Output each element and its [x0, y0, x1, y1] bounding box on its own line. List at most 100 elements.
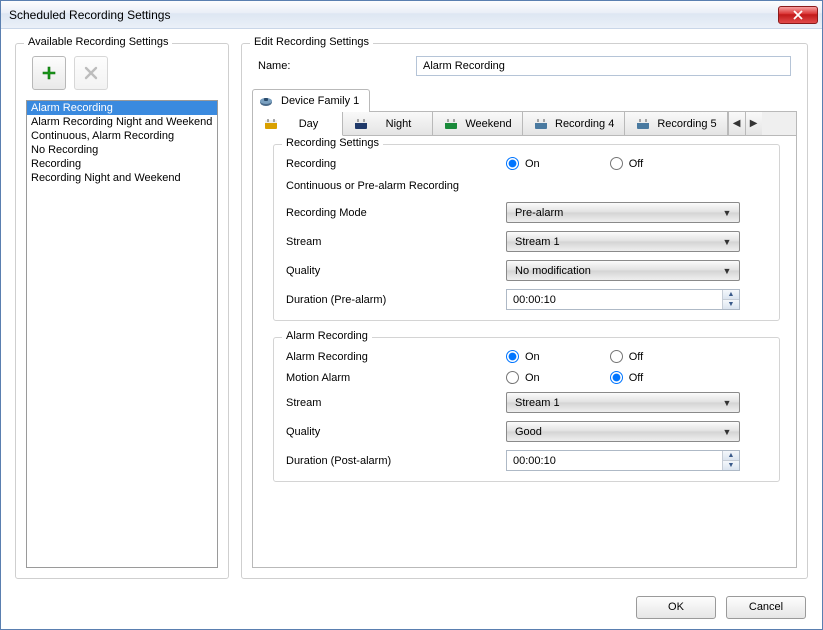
tab-schedule[interactable]: Day	[253, 112, 343, 136]
rec-quality-label: Quality	[286, 265, 496, 277]
ok-button[interactable]: OK	[636, 596, 716, 619]
chevron-down-icon: ▼	[719, 395, 735, 411]
tab-scroll-left-button[interactable]: ◀	[728, 112, 745, 135]
recording-mode-row: Recording Mode Pre-alarm ▼	[286, 202, 767, 223]
prealarm-duration-label: Duration (Pre-alarm)	[286, 294, 496, 306]
edit-settings-panel: Edit Recording Settings Name: Device Fam…	[241, 43, 808, 579]
schedule-tabs-container: DayNightWeekendRecording 4Recording 5◀▶ …	[252, 112, 797, 568]
motion-alarm-off-radio[interactable]: Off	[610, 371, 643, 384]
camera-icon	[259, 93, 275, 109]
list-item[interactable]: No Recording	[27, 143, 217, 157]
rec-stream-select[interactable]: Stream 1 ▼	[506, 231, 740, 252]
motion-alarm-row: Motion Alarm On Off	[286, 371, 767, 384]
alarm-recording-on-radio[interactable]: On	[506, 350, 540, 363]
tab-schedule[interactable]: Night	[343, 112, 433, 135]
postalarm-duration-value: 00:00:10	[507, 451, 722, 470]
postalarm-duration-label: Duration (Post-alarm)	[286, 455, 496, 467]
add-setting-button[interactable]	[32, 56, 66, 90]
tab-schedule[interactable]: Recording 4	[523, 112, 625, 135]
alarm-quality-value: Good	[515, 426, 542, 438]
list-item[interactable]: Recording Night and Weekend	[27, 171, 217, 185]
recording-mode-select[interactable]: Pre-alarm ▼	[506, 202, 740, 223]
edit-settings-title: Edit Recording Settings	[250, 36, 373, 48]
alarm-quality-label: Quality	[286, 426, 496, 438]
alarm-recording-off-radio[interactable]: Off	[610, 350, 643, 363]
alarm-stream-value: Stream 1	[515, 397, 560, 409]
alarm-stream-row: Stream Stream 1 ▼	[286, 392, 767, 413]
spinner-down-button[interactable]: ▼	[723, 461, 739, 470]
alarm-recording-title: Alarm Recording	[282, 330, 372, 342]
tab-schedule-label: Recording 5	[657, 118, 716, 130]
rec-quality-row: Quality No modification ▼	[286, 260, 767, 281]
alarm-recording-group: Alarm Recording Alarm Recording On Off M…	[273, 337, 780, 482]
list-item[interactable]: Alarm Recording Night and Weekend	[27, 115, 217, 129]
rec-quality-select[interactable]: No modification ▼	[506, 260, 740, 281]
chevron-down-icon: ▼	[719, 205, 735, 221]
motion-alarm-on-radio[interactable]: On	[506, 371, 540, 384]
schedule-icon	[635, 116, 651, 132]
continuous-prealarm-heading: Continuous or Pre-alarm Recording	[286, 180, 767, 192]
rec-stream-row: Stream Stream 1 ▼	[286, 231, 767, 252]
alarm-quality-select[interactable]: Good ▼	[506, 421, 740, 442]
motion-alarm-radios: On Off	[506, 371, 756, 384]
spinner-down-button[interactable]: ▼	[723, 300, 739, 309]
schedule-icon	[263, 116, 279, 132]
name-label: Name:	[258, 60, 408, 72]
prealarm-duration-value: 00:00:10	[507, 290, 722, 309]
spinner-up-button[interactable]: ▲	[723, 290, 739, 300]
tab-scroll-right-button[interactable]: ▶	[745, 112, 762, 135]
spinner-up-button[interactable]: ▲	[723, 451, 739, 461]
alarm-stream-label: Stream	[286, 397, 496, 409]
tab-schedule-label: Weekend	[465, 118, 512, 130]
chevron-down-icon: ▼	[719, 263, 735, 279]
postalarm-duration-row: Duration (Post-alarm) 00:00:10 ▲ ▼	[286, 450, 767, 471]
recording-label: Recording	[286, 158, 496, 170]
tab-schedule-label: Recording 4	[555, 118, 614, 130]
close-icon	[793, 10, 803, 20]
delete-setting-button	[74, 56, 108, 90]
rec-quality-value: No modification	[515, 265, 591, 277]
tab-schedule-label: Day	[285, 118, 332, 130]
schedule-icon	[443, 116, 459, 132]
name-input[interactable]	[416, 56, 791, 76]
window-title: Scheduled Recording Settings	[9, 8, 778, 22]
chevron-down-icon: ▼	[719, 424, 735, 440]
tab-schedule[interactable]: Weekend	[433, 112, 523, 135]
cancel-button[interactable]: Cancel	[726, 596, 806, 619]
tab-schedule-label: Night	[375, 118, 422, 130]
alarm-quality-row: Quality Good ▼	[286, 421, 767, 442]
settings-toolbar	[26, 56, 218, 90]
prealarm-duration-spinner[interactable]: 00:00:10 ▲ ▼	[506, 289, 740, 310]
name-row: Name:	[252, 56, 797, 76]
available-settings-panel: Available Recording Settings Alarm Recor…	[15, 43, 229, 579]
list-item[interactable]: Recording	[27, 157, 217, 171]
alarm-stream-select[interactable]: Stream 1 ▼	[506, 392, 740, 413]
recording-off-radio[interactable]: Off	[610, 157, 643, 170]
list-item[interactable]: Continuous, Alarm Recording	[27, 129, 217, 143]
recording-settings-title: Recording Settings	[282, 137, 383, 149]
list-item[interactable]: Alarm Recording	[27, 101, 217, 115]
delete-x-icon	[83, 65, 99, 81]
recording-settings-group: Recording Settings Recording On Off Cont…	[273, 144, 780, 321]
titlebar: Scheduled Recording Settings	[1, 1, 822, 29]
chevron-down-icon: ▼	[719, 234, 735, 250]
recording-mode-value: Pre-alarm	[515, 207, 563, 219]
schedule-icon	[533, 116, 549, 132]
available-settings-title: Available Recording Settings	[24, 36, 172, 48]
motion-alarm-label: Motion Alarm	[286, 372, 496, 384]
recording-on-radio[interactable]: On	[506, 157, 540, 170]
plus-icon	[41, 65, 57, 81]
settings-listbox[interactable]: Alarm RecordingAlarm Recording Night and…	[26, 100, 218, 568]
tab-device-family-1[interactable]: Device Family 1	[252, 89, 370, 112]
alarm-recording-label: Alarm Recording	[286, 351, 496, 363]
postalarm-duration-spinner[interactable]: 00:00:10 ▲ ▼	[506, 450, 740, 471]
recording-radios: On Off	[506, 157, 756, 170]
tab-schedule[interactable]: Recording 5	[625, 112, 727, 135]
schedule-tabstrip: Day Night Weekend Recording 4 Recording 5 ◀▶	[253, 112, 796, 136]
alarm-recording-radios: On Off	[506, 350, 756, 363]
alarm-recording-row: Alarm Recording On Off	[286, 350, 767, 363]
close-button[interactable]	[778, 6, 818, 24]
tab-device-family-1-label: Device Family 1	[281, 95, 359, 107]
rec-stream-value: Stream 1	[515, 236, 560, 248]
recording-mode-label: Recording Mode	[286, 207, 496, 219]
